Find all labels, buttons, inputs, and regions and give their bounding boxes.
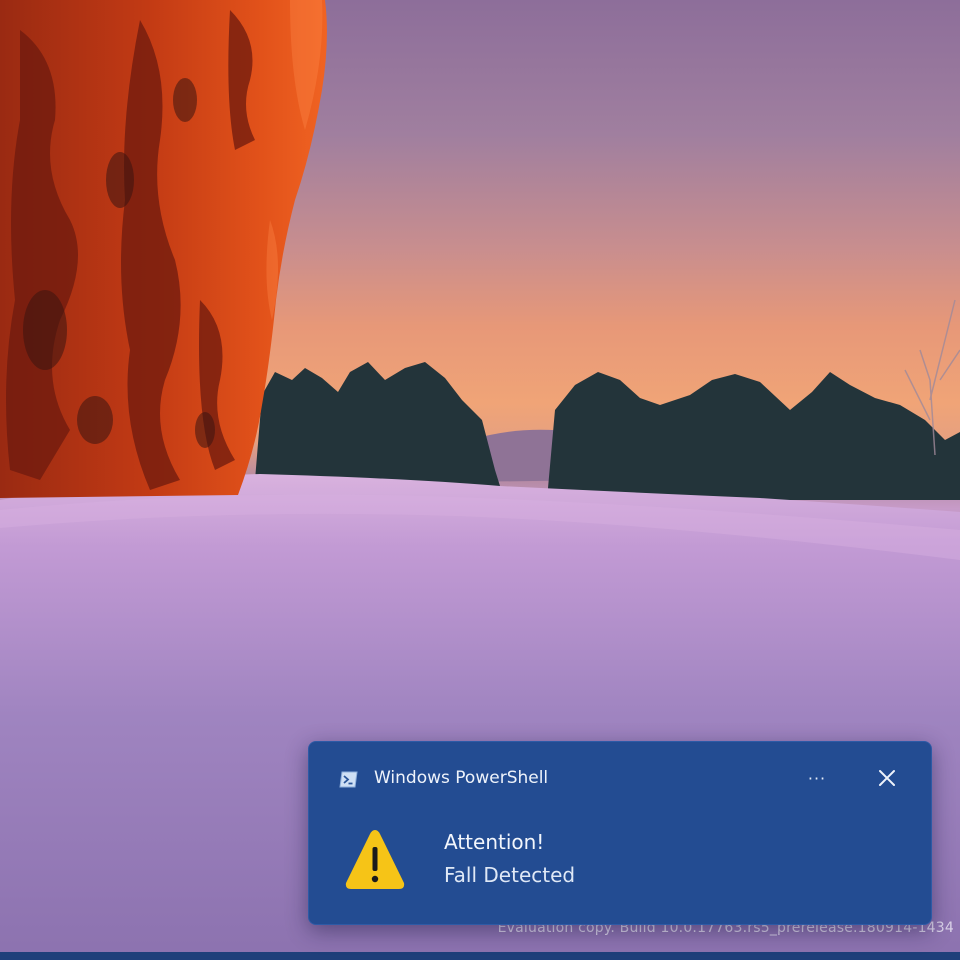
toast-more-options-button[interactable]: ···	[799, 764, 835, 794]
close-icon	[879, 770, 895, 786]
toast-notification[interactable]: Windows PowerShell ··· Attention! Fall D…	[308, 741, 932, 925]
toast-app-name: Windows PowerShell	[374, 768, 549, 788]
more-options-icon: ···	[807, 769, 827, 788]
toast-message: Fall Detected	[444, 863, 576, 887]
powershell-icon	[339, 771, 358, 788]
warning-icon	[344, 827, 406, 891]
desktop-wallpaper: Evaluation copy. Build 10.0.17763.rs5_pr…	[0, 0, 960, 960]
taskbar-edge	[0, 952, 960, 960]
toast-close-button[interactable]	[869, 764, 905, 794]
toast-title: Attention!	[444, 830, 545, 854]
